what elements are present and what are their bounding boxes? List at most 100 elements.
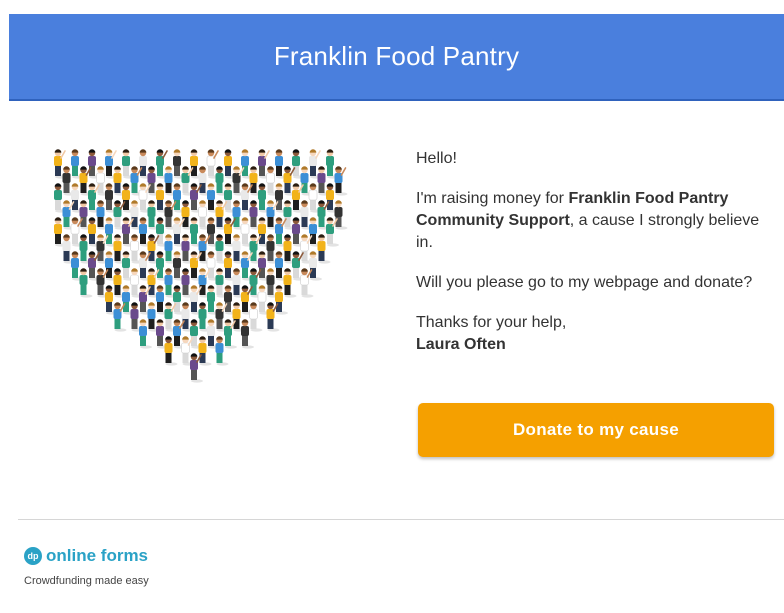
person-figure-icon <box>241 319 249 346</box>
person-figure-icon <box>79 200 88 227</box>
person-figure-icon <box>79 166 92 193</box>
person-figure-icon <box>105 251 113 278</box>
person-figure-icon <box>139 251 151 278</box>
person-figure-icon <box>173 183 181 210</box>
person-figure-icon <box>130 234 139 261</box>
person-figure-icon <box>164 336 173 363</box>
person-figure-icon <box>198 234 211 261</box>
person-figure-icon <box>113 302 126 329</box>
person-figure-icon <box>224 149 232 176</box>
person-figure-icon <box>54 149 66 176</box>
person-figure-icon <box>105 217 113 244</box>
person-figure-icon <box>308 183 318 210</box>
person-figure-icon <box>139 285 151 312</box>
person-figure-icon <box>224 319 236 346</box>
person-figure-icon <box>156 217 164 244</box>
person-figure-icon <box>122 183 130 210</box>
donate-button[interactable]: Donate to my cause <box>418 403 774 457</box>
person-figure-icon <box>105 285 113 312</box>
person-figure-icon <box>181 302 190 329</box>
person-figure-icon <box>224 183 232 210</box>
person-figure-icon <box>198 166 207 193</box>
intro-prefix: I'm raising money for <box>416 190 569 207</box>
heart-illustration-icon <box>54 149 348 383</box>
person-figure-icon <box>62 234 71 261</box>
person-figure-icon <box>232 302 241 329</box>
person-figure-icon <box>309 251 317 278</box>
person-figure-icon <box>173 285 181 312</box>
person-figure-icon <box>190 183 202 210</box>
person-figure-icon <box>257 285 267 312</box>
dp-logo-icon: dp <box>24 547 42 565</box>
person-figure-icon <box>122 217 134 244</box>
person-figure-icon <box>317 166 326 193</box>
person-figure-icon <box>181 234 190 261</box>
person-figure-icon <box>173 251 181 278</box>
person-figure-icon <box>309 149 321 176</box>
person-figure-icon <box>181 200 190 227</box>
person-figure-icon <box>71 149 79 176</box>
person-figure-icon <box>71 251 79 278</box>
person-figure-icon <box>215 336 224 363</box>
person-figure-icon <box>122 149 130 176</box>
person-figure-icon <box>300 268 313 295</box>
email-page: Franklin Food Pantry Hello! I'm raising … <box>0 0 784 613</box>
person-figure-icon <box>122 285 130 312</box>
person-figure-icon <box>79 268 88 295</box>
person-figure-icon <box>292 217 300 244</box>
person-figure-icon <box>215 268 224 295</box>
person-figure-icon <box>105 183 113 210</box>
person-figure-icon <box>147 234 160 261</box>
person-figure-icon <box>275 183 283 210</box>
person-figure-icon <box>309 217 317 244</box>
person-figure-icon <box>266 302 279 329</box>
message-body: Hello! I'm raising money for Franklin Fo… <box>416 148 778 356</box>
footer-divider <box>18 519 784 520</box>
person-figure-icon <box>283 200 292 227</box>
person-figure-icon <box>139 149 147 176</box>
person-figure-icon <box>173 319 185 346</box>
person-figure-icon <box>275 149 283 176</box>
intro-paragraph: I'm raising money for Franklin Food Pant… <box>416 188 778 254</box>
person-figure-icon <box>275 285 283 312</box>
person-figure-icon <box>96 268 109 295</box>
person-figure-icon <box>207 183 215 210</box>
person-figure-icon <box>215 200 228 227</box>
person-figure-icon <box>173 217 185 244</box>
person-figure-icon <box>317 200 330 227</box>
person-figure-icon <box>334 200 343 227</box>
person-figure-icon <box>326 183 334 210</box>
donation-request: Will you please go to my webpage and don… <box>416 274 753 291</box>
person-figure-icon <box>139 319 147 346</box>
person-figure-icon <box>164 302 177 329</box>
person-figure-icon <box>156 319 164 346</box>
person-figure-icon <box>147 302 156 329</box>
person-figure-icon <box>207 217 215 244</box>
person-figure-icon <box>198 268 211 295</box>
greeting-text: Hello! <box>416 150 457 167</box>
person-figure-icon <box>215 234 224 261</box>
person-figure-icon <box>241 285 253 312</box>
heart-of-people-illustration <box>40 140 370 405</box>
footer-brand[interactable]: dp online forms <box>24 546 148 566</box>
person-figure-icon <box>326 217 338 244</box>
person-figure-icon <box>317 234 326 261</box>
person-figure-icon <box>266 268 275 295</box>
person-figure-icon <box>224 285 232 312</box>
person-figure-icon <box>156 251 164 278</box>
sender-name: Laura Often <box>416 336 506 353</box>
person-figure-icon <box>326 149 334 176</box>
person-figure-icon <box>190 217 198 244</box>
person-figure-icon <box>164 234 173 261</box>
person-figure-icon <box>283 166 296 193</box>
person-figure-icon <box>224 217 236 244</box>
person-figure-icon <box>275 251 283 278</box>
person-figure-icon <box>249 234 262 261</box>
person-figure-icon <box>190 149 198 176</box>
person-figure-icon <box>215 302 228 329</box>
person-figure-icon <box>147 200 156 227</box>
person-figure-icon <box>206 251 216 278</box>
person-figure-icon <box>249 166 258 193</box>
person-figure-icon <box>198 302 207 329</box>
person-figure-icon <box>198 200 207 227</box>
